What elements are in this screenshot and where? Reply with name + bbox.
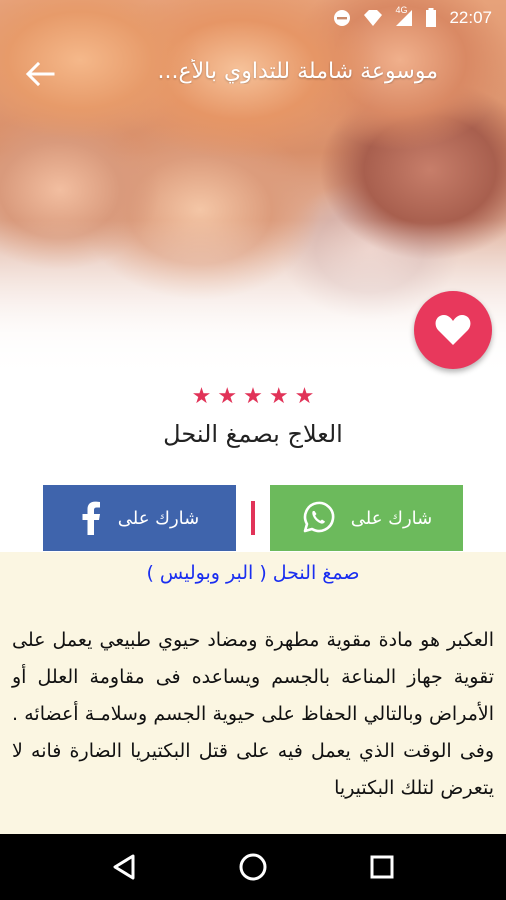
star-icon: ★ — [294, 384, 315, 409]
star-icon: ★ — [243, 384, 263, 409]
share-divider — [251, 501, 255, 535]
navigation-bar — [0, 834, 506, 900]
share-facebook-button[interactable]: شارك على — [43, 485, 236, 551]
whatsapp-icon — [303, 501, 335, 533]
favorite-button[interactable] — [414, 291, 492, 369]
star-icon: ★ — [268, 384, 289, 409]
heart-icon — [435, 315, 471, 345]
share-whatsapp-button[interactable]: شارك على — [270, 485, 463, 551]
nav-back-button[interactable] — [104, 847, 144, 887]
share-whatsapp-label: شارك على — [350, 507, 433, 529]
home-circle-icon — [239, 853, 267, 881]
article-body: العكبر هو مادة مقوية مطهرة ومضاد حيوي طب… — [12, 629, 494, 799]
star-rating: ★ ★ ★ ★ ★ — [0, 384, 506, 410]
star-icon: ★ — [191, 384, 212, 409]
share-facebook-label: شارك على — [117, 507, 200, 529]
nav-home-button[interactable] — [233, 847, 273, 887]
article-title: العلاج بصمغ النحل — [163, 420, 343, 448]
do-not-disturb-icon — [333, 9, 351, 27]
back-button[interactable] — [22, 58, 58, 90]
clock: 22:07 — [449, 8, 492, 27]
toolbar-title: موسوعة شاملة للتداوي بالأع... — [157, 59, 438, 84]
status-bar: 4G 22:07 — [0, 0, 506, 36]
nav-recents-button[interactable] — [362, 847, 402, 887]
facebook-icon — [82, 501, 100, 535]
network-type-icon: 4G — [395, 5, 413, 27]
back-triangle-icon — [113, 854, 135, 880]
article-content: صمغ النحل ( البر وبوليس ) العكبر هو مادة… — [0, 552, 506, 834]
signal-icon — [363, 9, 383, 27]
network-type-label: 4G — [395, 5, 408, 15]
recents-square-icon — [370, 855, 394, 879]
arrow-left-icon — [25, 61, 55, 87]
star-icon: ★ — [217, 384, 238, 409]
article-subtitle: صمغ النحل ( البر وبوليس ) — [146, 562, 360, 584]
app-toolbar: موسوعة شاملة للتداوي بالأع... — [0, 44, 506, 104]
battery-icon — [425, 8, 437, 28]
